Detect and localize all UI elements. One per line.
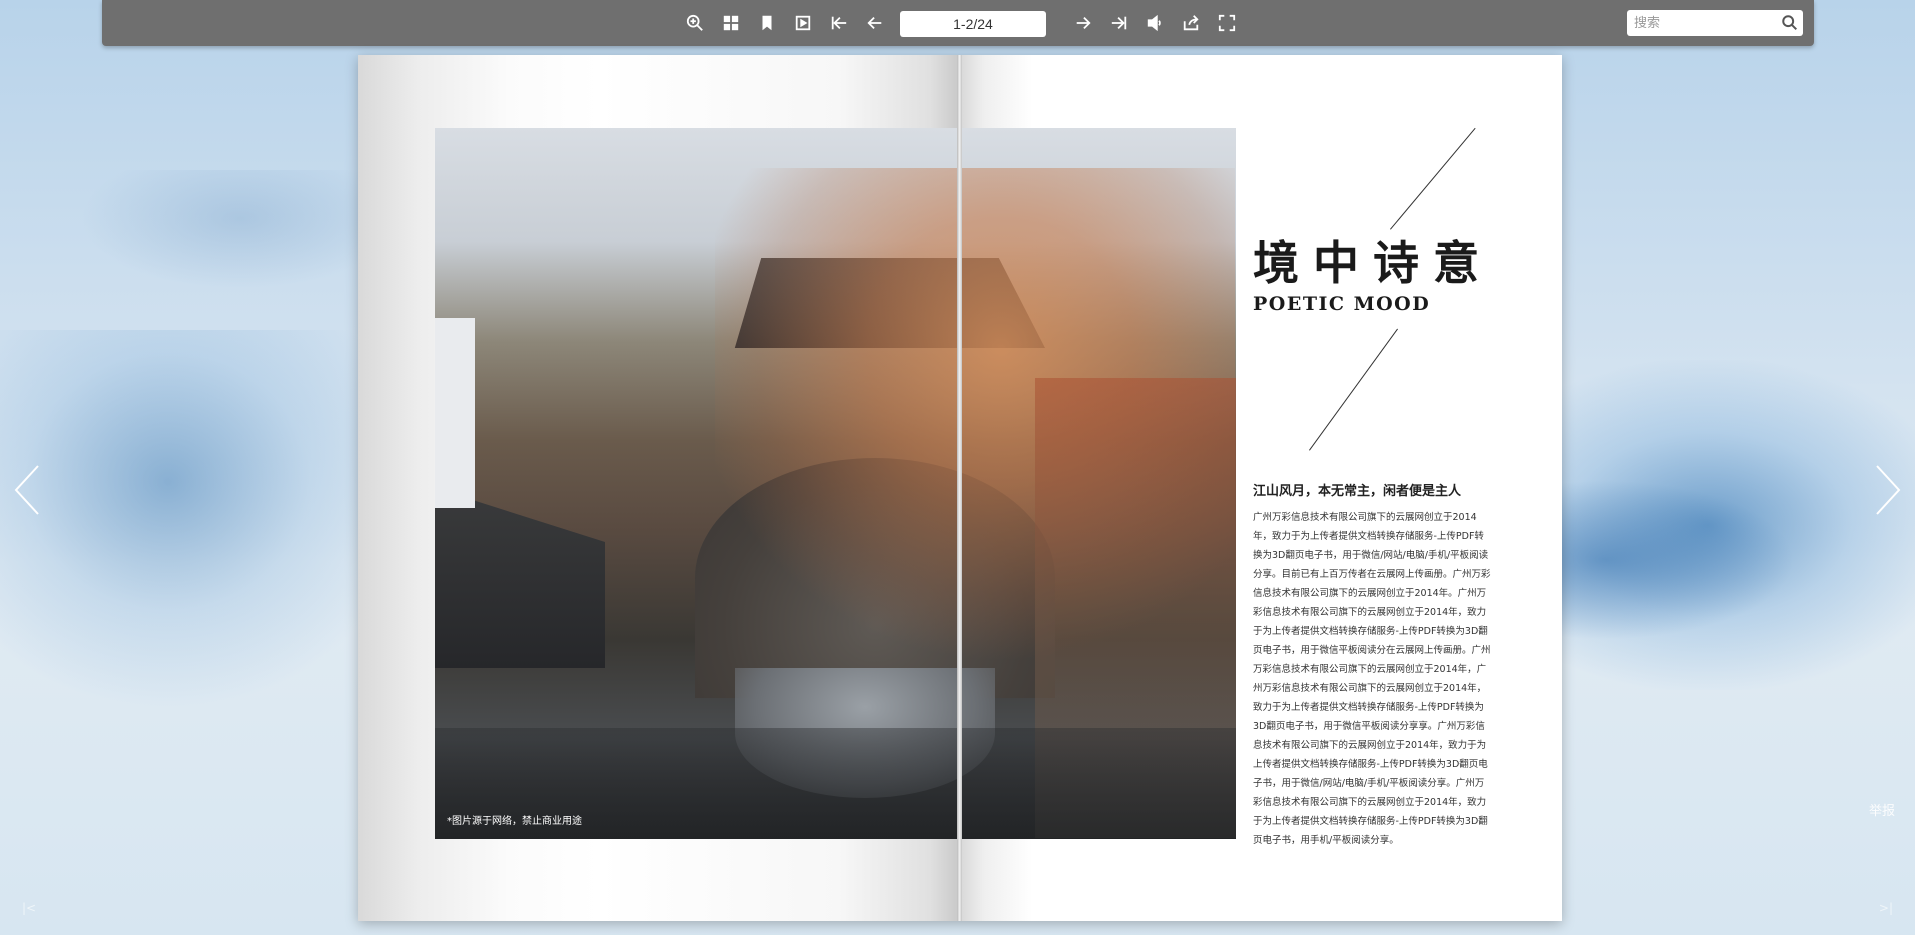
previous-page-icon[interactable] (863, 11, 887, 35)
next-page-arrow[interactable] (1869, 460, 1905, 520)
first-page-icon[interactable] (827, 11, 851, 35)
book-spine (957, 55, 962, 921)
search-icon[interactable] (1781, 14, 1799, 32)
chevron-right-icon (1876, 465, 1901, 515)
page-title-english: POETIC MOOD (1253, 293, 1431, 315)
next-page-icon[interactable] (1071, 11, 1095, 35)
sound-icon[interactable] (1143, 11, 1167, 35)
house-roof (435, 488, 605, 668)
last-page-corner-icon[interactable]: >| (1879, 901, 1893, 915)
share-icon[interactable] (1179, 11, 1203, 35)
report-link[interactable]: 举报 (1869, 800, 1895, 819)
page-number-input[interactable] (900, 11, 1046, 37)
chevron-left-icon (14, 465, 39, 515)
photo-credit: *图片源于网络，禁止商业用途 (447, 816, 582, 827)
fullscreen-icon[interactable] (1215, 11, 1239, 35)
zoom-in-icon[interactable] (683, 11, 707, 35)
body-paragraph: 广州万彩信息技术有限公司旗下的云展网创立于2014年，致力于为上传者提供文档转换… (1253, 512, 1491, 846)
toolbar (102, 0, 1814, 46)
last-page-icon[interactable] (1107, 11, 1131, 35)
bookmark-icon[interactable] (755, 11, 779, 35)
background-mountain (80, 170, 400, 290)
search-box (1627, 10, 1803, 36)
white-wall (435, 318, 475, 508)
previous-page-arrow[interactable] (10, 460, 46, 520)
background-mountain (0, 330, 420, 710)
autoplay-icon[interactable] (791, 11, 815, 35)
first-page-corner-icon[interactable]: |< (22, 901, 36, 915)
page-title: 境中诗意 (1253, 236, 1493, 290)
search-input[interactable] (1627, 10, 1773, 36)
thumbnails-icon[interactable] (719, 11, 743, 35)
spread-photo: *图片源于网络，禁止商业用途 (435, 128, 1236, 839)
page-subtitle: 江山风月，本无常主，闲者便是主人 (1253, 484, 1462, 499)
